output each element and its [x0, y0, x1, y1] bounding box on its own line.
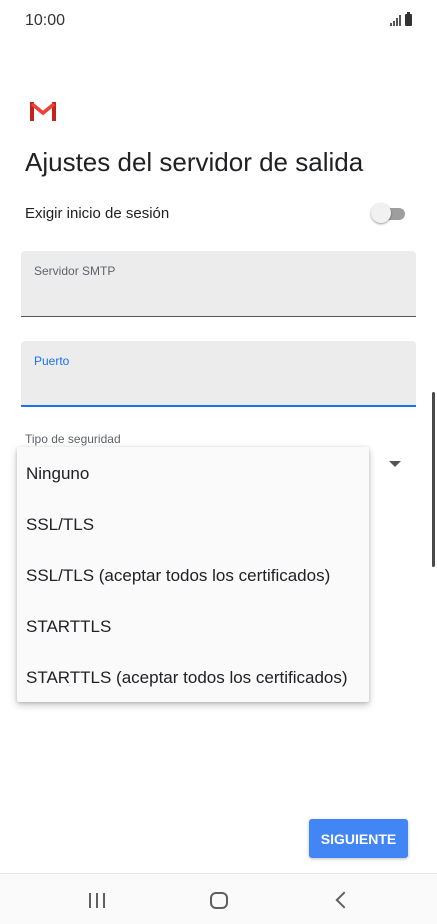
status-bar: 10:00 [0, 0, 437, 44]
smtp-server-label: Servidor SMTP [34, 264, 116, 278]
menu-item-starttls-all-certs[interactable]: STARTTLS (aceptar todos los certificados… [17, 652, 369, 703]
recent-apps-icon[interactable] [89, 893, 105, 908]
toggle-thumb [371, 203, 391, 223]
battery-icon [405, 12, 412, 26]
scroll-indicator[interactable] [432, 392, 435, 567]
home-icon[interactable] [210, 892, 228, 909]
security-type-menu: Ninguno SSL/TLS SSL/TLS (aceptar todos l… [17, 447, 369, 702]
login-required-toggle[interactable] [371, 203, 405, 223]
security-type-label: Tipo de seguridad [25, 432, 121, 446]
dropdown-arrow-icon[interactable] [389, 461, 401, 467]
smtp-server-input[interactable] [34, 283, 404, 307]
back-icon[interactable] [335, 891, 353, 909]
login-required-label: Exigir inicio de sesión [25, 205, 170, 222]
status-time: 10:00 [25, 12, 66, 29]
gmail-logo [30, 102, 56, 121]
menu-item-ssl-tls-all-certs[interactable]: SSL/TLS (aceptar todos los certificados) [17, 550, 369, 601]
status-icons [390, 12, 412, 26]
login-required-row: Exigir inicio de sesión [25, 200, 405, 228]
menu-item-starttls[interactable]: STARTTLS [17, 601, 369, 652]
port-label: Puerto [34, 354, 70, 368]
smtp-server-field[interactable]: Servidor SMTP [21, 251, 416, 317]
port-input[interactable] [34, 373, 404, 397]
menu-item-ninguno[interactable]: Ninguno [17, 448, 369, 499]
page-title: Ajustes del servidor de salida [25, 147, 364, 177]
menu-item-ssl-tls[interactable]: SSL/TLS [17, 499, 369, 550]
signal-icon [390, 14, 401, 26]
port-field[interactable]: Puerto [21, 341, 416, 407]
next-button[interactable]: SIGUIENTE [309, 819, 408, 858]
navigation-bar [0, 873, 437, 924]
